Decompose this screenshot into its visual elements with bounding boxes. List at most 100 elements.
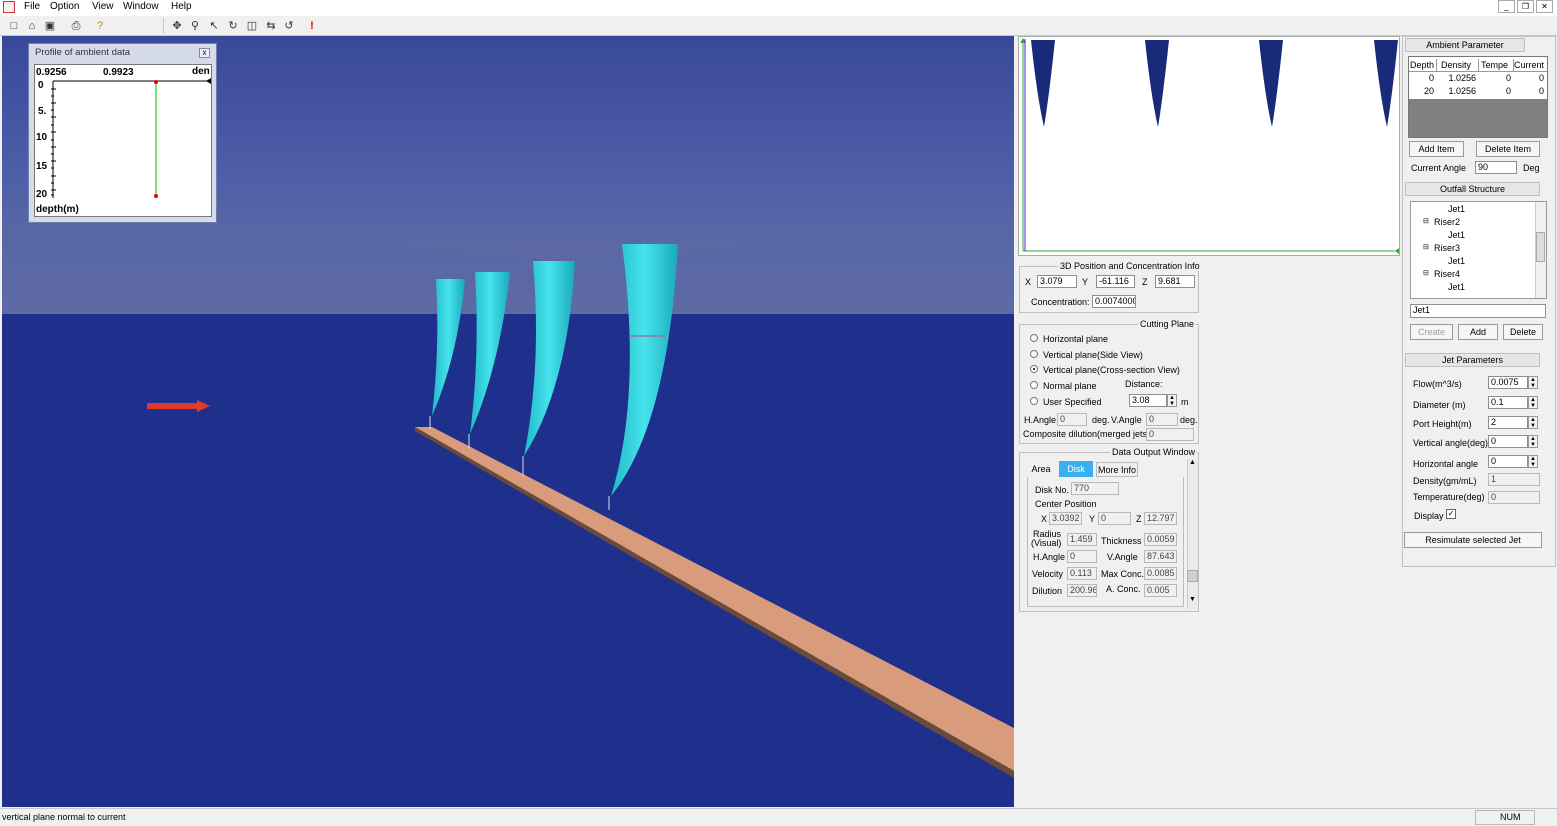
y-field[interactable]: -61.116 — [1096, 275, 1135, 288]
collapse-icon[interactable]: ⊟ — [1423, 217, 1429, 225]
composite-field[interactable]: 0 — [1146, 428, 1194, 441]
disk-hangle-field[interactable]: 0 — [1067, 550, 1097, 563]
open-icon[interactable]: ⌂ — [24, 18, 40, 34]
table-header[interactable]: Current — [1514, 59, 1547, 71]
disk-vangle-field[interactable]: 87.643 — [1144, 550, 1177, 563]
table-cell[interactable]: 20 — [1410, 85, 1437, 97]
table-cell[interactable]: 1.0256 — [1437, 72, 1479, 84]
restore-icon[interactable]: ❐ — [1517, 0, 1534, 13]
radio-vertical-side[interactable] — [1030, 350, 1038, 358]
output-scrollbar[interactable] — [1187, 459, 1198, 609]
table-cell[interactable]: 0 — [1410, 72, 1437, 84]
stop-icon[interactable]: ! — [304, 18, 320, 34]
collapse-icon[interactable]: ⊟ — [1423, 243, 1429, 251]
table-cell[interactable]: 0 — [1514, 72, 1547, 84]
cut-hangle-field[interactable]: 0 — [1057, 413, 1087, 426]
table-header[interactable]: Density — [1437, 59, 1479, 71]
table-cell[interactable]: 0 — [1479, 85, 1514, 97]
a-conc-field[interactable]: 0.005 — [1144, 584, 1177, 597]
radio-horizontal-plane[interactable] — [1030, 334, 1038, 342]
density-field[interactable]: 1 — [1488, 473, 1540, 486]
radius-field[interactable]: 1.459 — [1067, 533, 1097, 546]
profile-window[interactable]: Profile of ambient data x 0.9256 0.9923 … — [28, 43, 217, 223]
thickness-field[interactable]: 0.0059 — [1144, 533, 1177, 546]
menu-option[interactable]: Option — [50, 1, 79, 12]
radio-normal-plane[interactable] — [1030, 381, 1038, 389]
save-icon[interactable]: ▣ — [42, 18, 58, 34]
tree-item-riser[interactable]: Riser2 — [1434, 217, 1460, 227]
tree-scroll-thumb[interactable] — [1536, 232, 1545, 262]
tab-area[interactable]: Area — [1027, 462, 1055, 477]
tree-item-jet[interactable]: Jet1 — [1448, 282, 1465, 292]
diameter-field[interactable]: 0.1 — [1488, 396, 1528, 409]
delete-button[interactable]: Delete — [1503, 324, 1543, 340]
add-button[interactable]: Add — [1458, 324, 1498, 340]
print-icon[interactable]: ⎙ — [68, 18, 84, 34]
reset-icon[interactable]: ↺ — [281, 18, 297, 34]
concentration-field[interactable]: 0.0074000 — [1092, 295, 1136, 308]
menu-window[interactable]: Window — [123, 1, 159, 12]
disk-no-field[interactable]: 770 — [1071, 482, 1119, 495]
current-angle-field[interactable]: 90 — [1475, 161, 1517, 174]
view-icon[interactable]: ◫ — [244, 18, 260, 34]
center-x-field[interactable]: 3.0392 — [1049, 512, 1082, 525]
center-y-field[interactable]: 0 — [1098, 512, 1131, 525]
z-field[interactable]: 9.681 — [1155, 275, 1195, 288]
tree-item-jet[interactable]: Jet1 — [1448, 204, 1465, 214]
vertical-angle-field[interactable]: 0 — [1488, 435, 1528, 448]
help-icon[interactable]: ? — [92, 18, 108, 34]
table-header[interactable]: Tempe — [1479, 59, 1514, 71]
tab-more-info[interactable]: More Info — [1096, 462, 1138, 477]
select-icon[interactable]: ↖ — [206, 18, 222, 34]
delete-item-button[interactable]: Delete Item — [1476, 141, 1540, 157]
port-height-spinner[interactable]: ▲ ▼ — [1528, 416, 1538, 429]
x-field[interactable]: 3.079 — [1037, 275, 1077, 288]
rotate-icon[interactable]: ↻ — [225, 18, 241, 34]
diameter-spinner[interactable]: ▲ ▼ — [1528, 396, 1538, 409]
ambient-header[interactable]: Ambient Parameter — [1405, 38, 1525, 52]
scroll-down-icon[interactable]: ▼ — [1187, 596, 1198, 608]
jet-name-field[interactable]: Jet1 — [1410, 304, 1546, 318]
resimulate-button[interactable]: Resimulate selected Jet — [1404, 532, 1542, 548]
table-cell[interactable]: 0 — [1514, 85, 1547, 97]
horizontal-angle-spinner[interactable]: ▲ ▼ — [1528, 455, 1538, 468]
vertical-angle-spinner[interactable]: ▲ ▼ — [1528, 435, 1538, 448]
horizontal-angle-field[interactable]: 0 — [1488, 455, 1528, 468]
table-header[interactable]: Depth — [1410, 59, 1437, 71]
distance-spinner[interactable]: ▲ ▼ — [1167, 394, 1177, 407]
minimize-icon[interactable]: _ — [1498, 0, 1515, 13]
zoom-icon[interactable]: ⚲ — [187, 18, 203, 34]
display-checkbox[interactable]: ✓ — [1446, 509, 1456, 519]
temperature-field[interactable]: 0 — [1488, 491, 1540, 504]
new-icon[interactable]: □ — [6, 18, 22, 34]
menu-file[interactable]: File — [24, 1, 40, 12]
top-view[interactable] — [1018, 36, 1400, 256]
table-cell[interactable]: 1.0256 — [1437, 85, 1479, 97]
tree-item-riser[interactable]: Riser3 — [1434, 243, 1460, 253]
center-z-field[interactable]: 12.797 — [1144, 512, 1177, 525]
dilution-field[interactable]: 200.96 — [1067, 584, 1097, 597]
tree-item-jet[interactable]: Jet1 — [1448, 230, 1465, 240]
tab-disk[interactable]: Disk — [1059, 461, 1093, 477]
flow-spinner[interactable]: ▲ ▼ — [1528, 376, 1538, 389]
outfall-header[interactable]: Outfall Structure — [1405, 182, 1540, 196]
flow-field[interactable]: 0.0075 — [1488, 376, 1528, 389]
scroll-thumb[interactable] — [1187, 570, 1198, 582]
port-height-field[interactable]: 2 — [1488, 416, 1528, 429]
create-button[interactable]: Create — [1410, 324, 1453, 340]
radio-user-specified[interactable] — [1030, 397, 1038, 405]
scroll-up-icon[interactable]: ▲ — [1187, 459, 1198, 471]
jet-params-header[interactable]: Jet Parameters — [1405, 353, 1540, 367]
add-item-button[interactable]: Add Item — [1409, 141, 1464, 157]
outfall-tree[interactable]: Jet1 Riser2 Jet1 Riser3 Jet1 Riser4 Jet1… — [1410, 201, 1547, 299]
collapse-icon[interactable]: ⊟ — [1423, 269, 1429, 277]
menu-help[interactable]: Help — [171, 1, 192, 12]
cut-vangle-field[interactable]: 0 — [1146, 413, 1178, 426]
max-conc-field[interactable]: 0.0085 — [1144, 567, 1177, 580]
menu-view[interactable]: View — [92, 1, 114, 12]
pan-icon[interactable]: ✥ — [169, 18, 185, 34]
move-icon[interactable]: ⇆ — [263, 18, 279, 34]
distance-field[interactable]: 3.08 — [1129, 394, 1167, 407]
tree-item-jet[interactable]: Jet1 — [1448, 256, 1465, 266]
tree-item-riser[interactable]: Riser4 — [1434, 269, 1460, 279]
